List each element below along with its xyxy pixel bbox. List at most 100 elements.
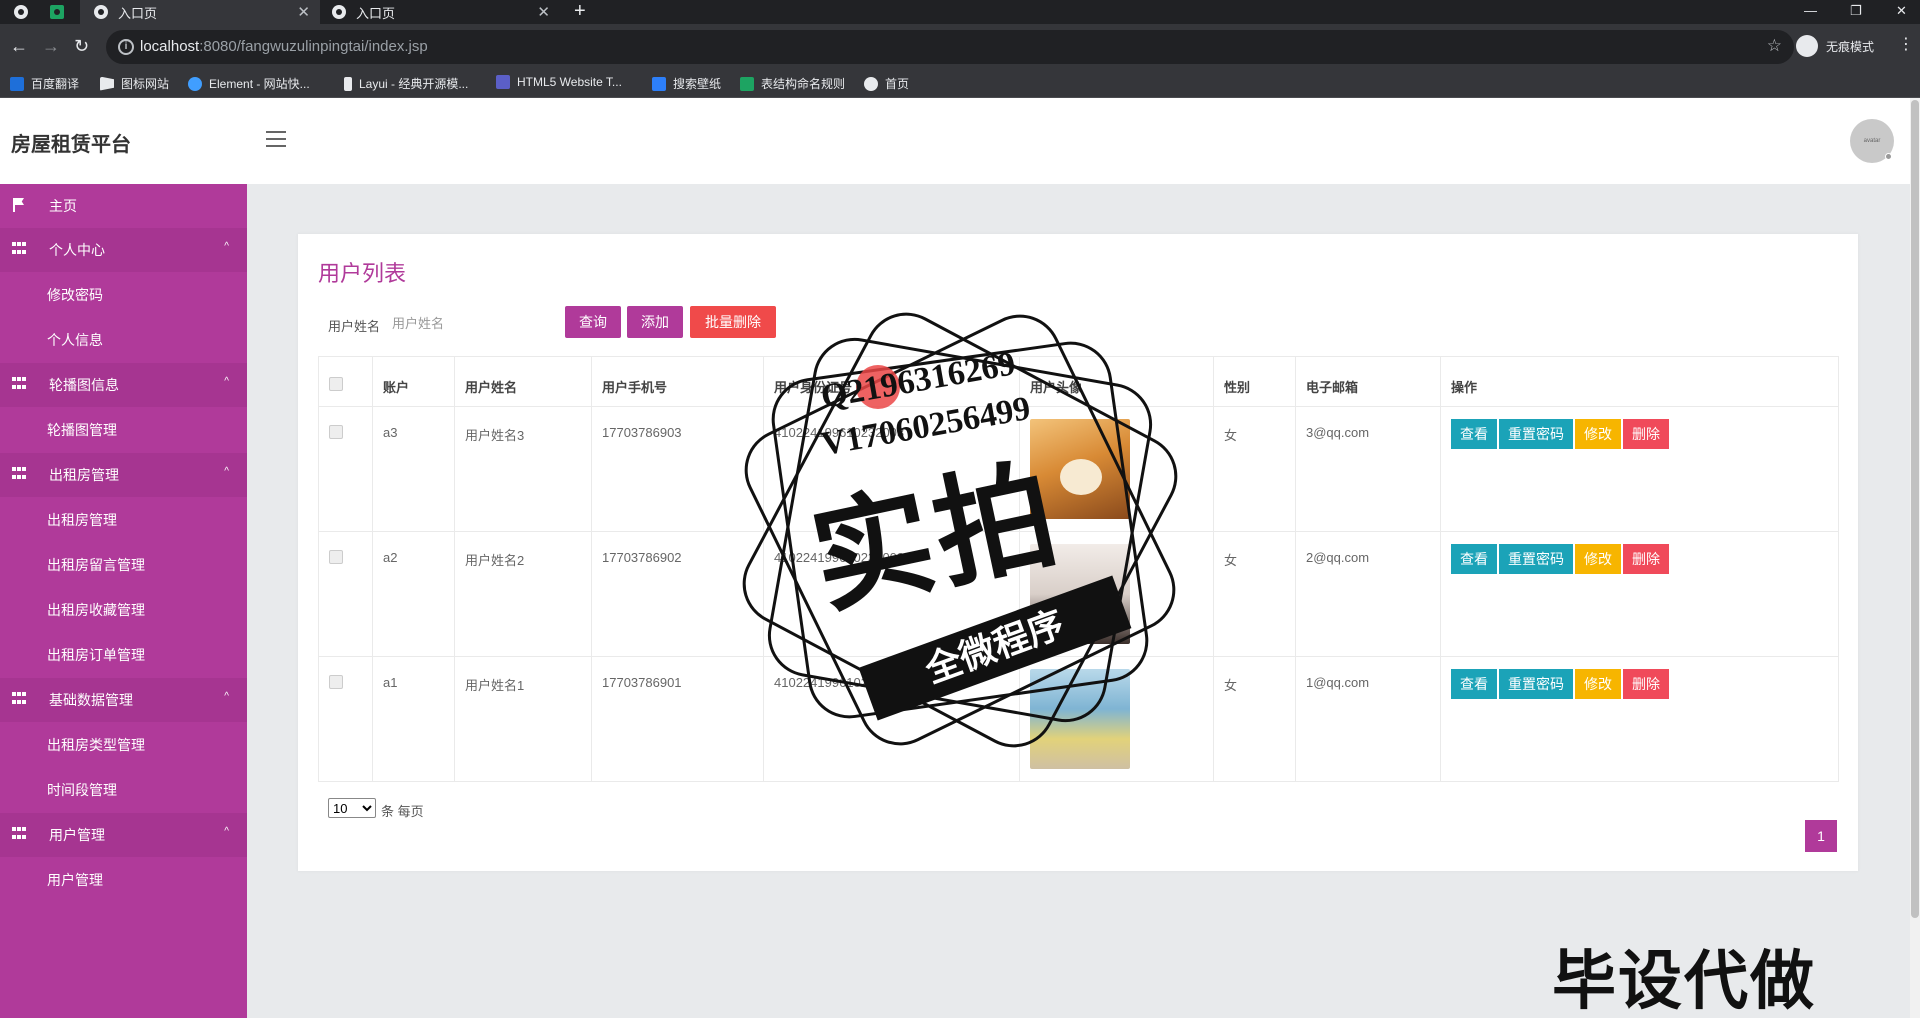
sidebar-item-carousel-manage[interactable]: 轮播图管理 bbox=[0, 408, 247, 452]
grid-icon bbox=[12, 377, 26, 391]
restore-icon[interactable]: ❐ bbox=[1850, 0, 1862, 22]
select-all-checkbox[interactable] bbox=[329, 377, 343, 391]
incognito-badge[interactable]: 无痕模式 bbox=[1796, 35, 1874, 57]
menu-toggle-icon[interactable] bbox=[266, 131, 286, 147]
edit-button[interactable]: 修改 bbox=[1575, 544, 1621, 574]
sidebar-item-rental-types[interactable]: 出租房类型管理 bbox=[0, 723, 247, 767]
bookmark-item[interactable]: HTML5 Website T... bbox=[496, 75, 622, 89]
cell-email: 1@qq.com bbox=[1295, 656, 1441, 782]
view-button[interactable]: 查看 bbox=[1451, 669, 1497, 699]
close-tab-icon[interactable]: ✕ bbox=[537, 3, 550, 21]
sidebar-item-rental-favorites[interactable]: 出租房收藏管理 bbox=[0, 588, 247, 632]
bookmark-item[interactable]: 首页 bbox=[864, 75, 909, 92]
close-window-icon[interactable]: ✕ bbox=[1896, 0, 1907, 22]
user-avatar[interactable]: avatar bbox=[1850, 119, 1894, 163]
tab-title: 入口页 bbox=[356, 5, 396, 21]
cell-email: 3@qq.com bbox=[1295, 406, 1441, 532]
menu-kebab-icon[interactable]: ⋮ bbox=[1898, 34, 1914, 54]
bookmark-item[interactable]: 表结构命名规则 bbox=[740, 75, 845, 92]
globe-icon bbox=[332, 5, 346, 19]
row-checkbox[interactable] bbox=[329, 675, 343, 689]
chevron-up-icon: ^ bbox=[224, 376, 229, 387]
bookmarks-bar: 百度翻译 图标网站 Element - 网站快... Layui - 经典开源模… bbox=[0, 70, 1920, 98]
bookmark-item[interactable]: 搜索壁纸 bbox=[652, 75, 721, 92]
wallpaper-icon bbox=[652, 76, 666, 91]
app-header: 房屋租赁平台 avatar bbox=[0, 98, 1910, 184]
cell-email: 2@qq.com bbox=[1295, 531, 1441, 657]
page-size-select[interactable]: 10 bbox=[328, 798, 376, 818]
search-label: 用户姓名 bbox=[328, 319, 381, 334]
delete-button[interactable]: 删除 bbox=[1623, 419, 1669, 449]
sidebar-item-rental-manage[interactable]: 出租房管理 bbox=[0, 498, 247, 542]
browser-tab-bar: 入口页 ✕ 入口页 ✕ + — ❐ ✕ bbox=[0, 0, 1920, 24]
new-tab-icon[interactable]: + bbox=[574, 0, 586, 22]
edit-button[interactable]: 修改 bbox=[1575, 669, 1621, 699]
forward-icon[interactable]: → bbox=[42, 36, 60, 56]
reset-password-button[interactable]: 重置密码 bbox=[1499, 544, 1573, 574]
grid-icon bbox=[12, 242, 26, 256]
sidebar-group-base-data[interactable]: 基础数据管理 ^ bbox=[0, 678, 247, 722]
bookmark-item[interactable]: Element - 网站快... bbox=[188, 75, 310, 92]
view-button[interactable]: 查看 bbox=[1451, 544, 1497, 574]
sidebar-item-rental-messages[interactable]: 出租房留言管理 bbox=[0, 543, 247, 587]
sidebar-item-home[interactable]: 主页 bbox=[0, 184, 247, 228]
row-checkbox[interactable] bbox=[329, 550, 343, 564]
globe-icon bbox=[94, 5, 108, 19]
sidebar-group-carousel[interactable]: 轮播图信息 ^ bbox=[0, 363, 247, 407]
url-text[interactable]: localhost:8080/fangwuzulinpingtai/index.… bbox=[140, 38, 428, 55]
search-input[interactable] bbox=[392, 306, 552, 340]
scrollbar-thumb[interactable] bbox=[1911, 100, 1919, 918]
sidebar-group-users[interactable]: 用户管理 ^ bbox=[0, 813, 247, 857]
sidebar-item-rental-orders[interactable]: 出租房订单管理 bbox=[0, 633, 247, 677]
reset-password-button[interactable]: 重置密码 bbox=[1499, 669, 1573, 699]
tab-pinned-2[interactable] bbox=[50, 0, 74, 24]
delete-button[interactable]: 删除 bbox=[1623, 544, 1669, 574]
flag-icon bbox=[100, 76, 114, 91]
column-header: 用户姓名 bbox=[454, 356, 592, 407]
cell-name: 用户姓名1 bbox=[454, 656, 592, 782]
chevron-up-icon: ^ bbox=[224, 691, 229, 702]
cell-account: a2 bbox=[372, 531, 455, 657]
bookmark-item[interactable]: Layui - 经典开源模... bbox=[344, 75, 468, 92]
minimize-icon[interactable]: — bbox=[1804, 0, 1817, 22]
add-button[interactable]: 添加 bbox=[627, 306, 683, 338]
cell-gender: 女 bbox=[1213, 406, 1296, 532]
chevron-up-icon: ^ bbox=[224, 241, 229, 252]
view-button[interactable]: 查看 bbox=[1451, 419, 1497, 449]
page-scrollbar[interactable] bbox=[1910, 98, 1920, 1018]
delete-button[interactable]: 删除 bbox=[1623, 669, 1669, 699]
page-button-1[interactable]: 1 bbox=[1805, 820, 1837, 852]
bookmark-star-icon[interactable]: ☆ bbox=[1767, 36, 1782, 56]
close-tab-icon[interactable]: ✕ bbox=[297, 3, 310, 21]
tab-pinned-1[interactable] bbox=[14, 0, 38, 24]
address-bar[interactable]: i localhost:8080/fangwuzulinpingtai/inde… bbox=[106, 30, 1794, 64]
query-button[interactable]: 查询 bbox=[565, 306, 621, 338]
browser-toolbar: ← → ↻ i localhost:8080/fangwuzulinpingta… bbox=[0, 24, 1920, 70]
status-dot bbox=[1885, 153, 1892, 160]
sidebar-item-user-manage[interactable]: 用户管理 bbox=[0, 858, 247, 902]
sidebar-item-profile[interactable]: 个人信息 bbox=[0, 318, 247, 362]
tab-entry-active[interactable]: 入口页 ✕ bbox=[80, 0, 320, 24]
grid-icon bbox=[12, 692, 26, 706]
tab-title: 入口页 bbox=[118, 5, 158, 21]
layui-logo-icon bbox=[344, 76, 352, 91]
sidebar-item-change-password[interactable]: 修改密码 bbox=[0, 273, 247, 317]
column-header: 账户 bbox=[372, 356, 455, 407]
sidebar-group-personal[interactable]: 个人中心 ^ bbox=[0, 228, 247, 272]
cell-name: 用户姓名2 bbox=[454, 531, 592, 657]
sidebar-item-time-slots[interactable]: 时间段管理 bbox=[0, 768, 247, 812]
sidebar-group-rental[interactable]: 出租房管理 ^ bbox=[0, 453, 247, 497]
globe-icon bbox=[864, 76, 878, 91]
tab-entry[interactable]: 入口页 ✕ bbox=[320, 0, 560, 24]
info-icon[interactable]: i bbox=[118, 39, 134, 55]
corner-watermark: 毕设代做 bbox=[1552, 945, 1816, 1018]
reload-icon[interactable]: ↻ bbox=[74, 36, 89, 56]
sheet-icon bbox=[740, 76, 754, 91]
row-checkbox[interactable] bbox=[329, 425, 343, 439]
edit-button[interactable]: 修改 bbox=[1575, 419, 1621, 449]
reset-password-button[interactable]: 重置密码 bbox=[1499, 419, 1573, 449]
column-header: 性别 bbox=[1213, 356, 1296, 407]
bookmark-item[interactable]: 百度翻译 bbox=[10, 75, 79, 92]
bookmark-item[interactable]: 图标网站 bbox=[100, 75, 169, 92]
back-icon[interactable]: ← bbox=[10, 36, 28, 56]
